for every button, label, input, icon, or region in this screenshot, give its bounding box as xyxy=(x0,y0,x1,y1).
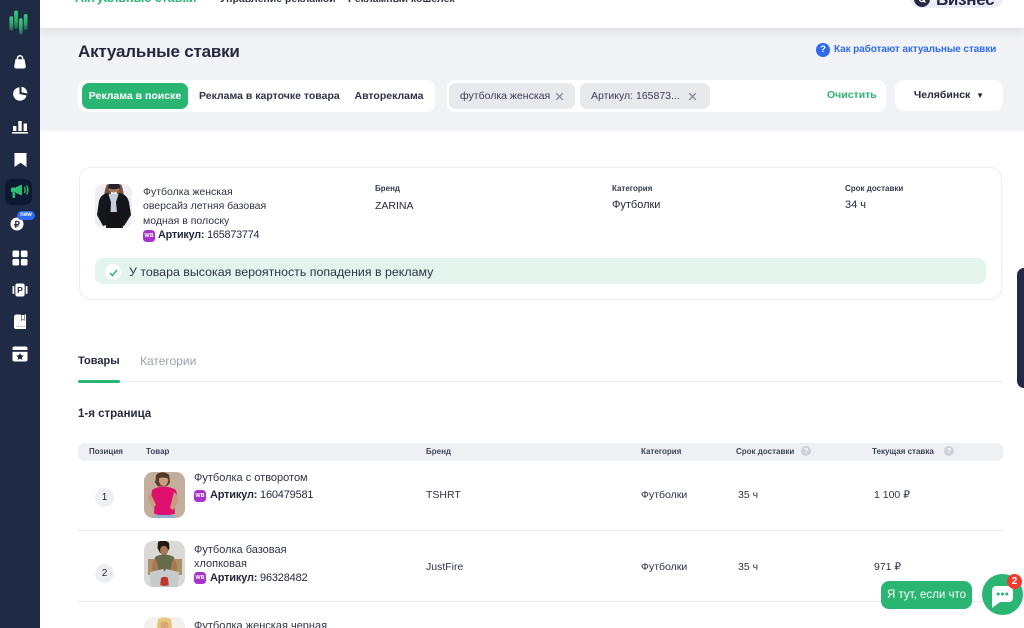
svg-text:P: P xyxy=(17,285,23,295)
svg-text:₽: ₽ xyxy=(14,220,20,230)
